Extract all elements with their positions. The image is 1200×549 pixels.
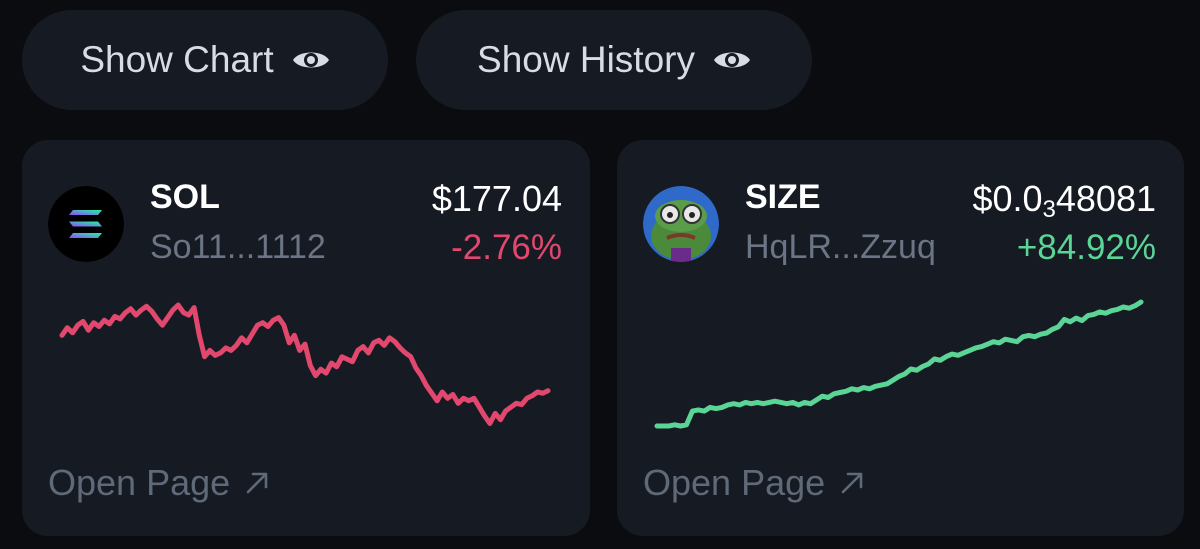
show-chart-label: Show Chart: [80, 39, 274, 80]
token-card-size[interactable]: SIZE HqLR...Zzuq $0.0348081 +84.92% Open…: [617, 140, 1184, 536]
eye-icon: [292, 52, 329, 68]
show-history-label: Show History: [477, 39, 695, 80]
sparkline-path: [59, 302, 551, 426]
sparkline-path: [654, 299, 1144, 429]
token-card-sol[interactable]: SOL So11...1112 $177.04 -2.76% Open Page: [22, 140, 590, 536]
open-page-label: Open Page: [48, 462, 231, 503]
open-page-link[interactable]: Open Page: [48, 462, 270, 504]
show-history-button[interactable]: Show History: [416, 10, 812, 110]
open-page-link[interactable]: Open Page: [643, 462, 865, 504]
show-chart-button[interactable]: Show Chart: [22, 10, 388, 110]
arrow-up-right-icon: [841, 472, 863, 494]
arrow-up-right-icon: [246, 472, 268, 494]
open-page-label: Open Page: [643, 462, 826, 503]
eye-icon: [713, 52, 750, 68]
